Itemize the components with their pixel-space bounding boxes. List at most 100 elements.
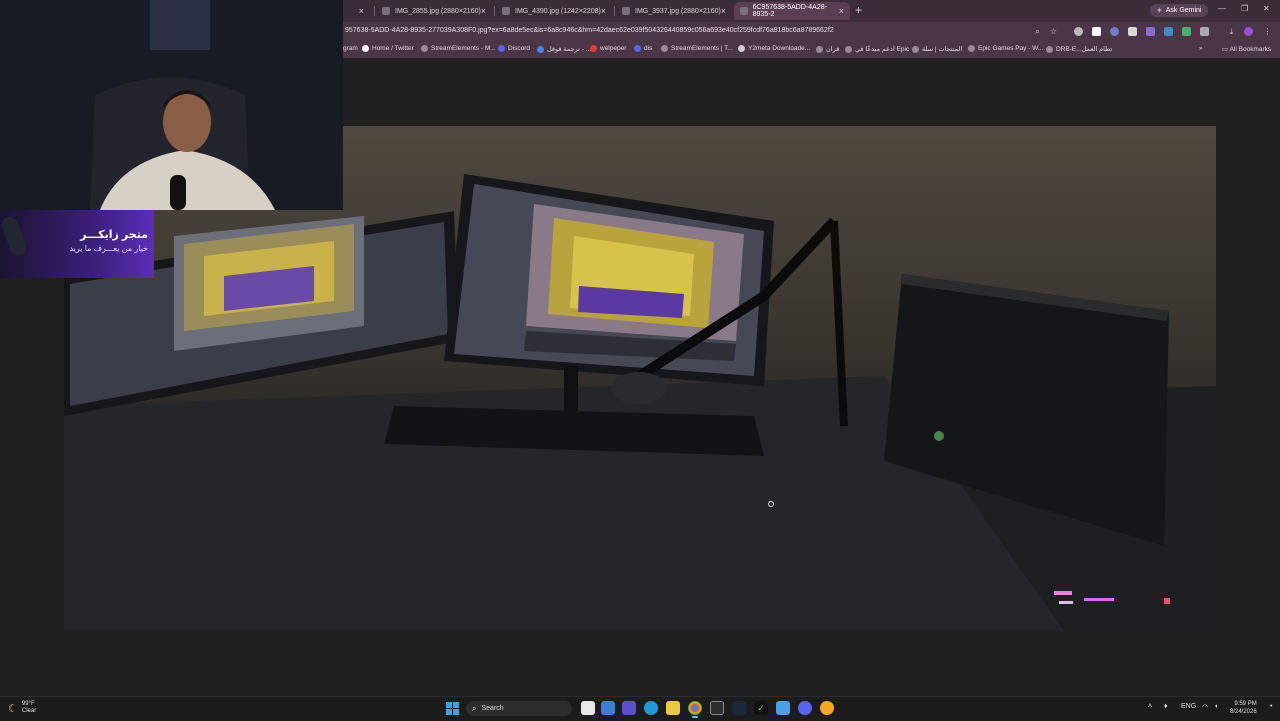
file-explorer-icon[interactable] <box>666 701 680 715</box>
extension-w-icon[interactable] <box>1092 27 1101 36</box>
bookmark-label: DRB-E...تطام العمل <box>1056 46 1113 53</box>
tab-title: 6C957638-5ADD-4A28-8935-2 <box>752 4 827 18</box>
gemini-sparkle-icon: ✦ <box>1156 6 1163 15</box>
tab-close-icon[interactable]: × <box>721 6 726 16</box>
bookmark-label: Home / Twitter <box>372 45 414 52</box>
tab-separator <box>494 6 495 16</box>
streamelements-icon <box>421 45 428 52</box>
bookmark-item[interactable]: dis <box>634 45 652 52</box>
app-badge-icon[interactable] <box>820 701 834 715</box>
bookmark-item[interactable]: ترجمة قوقل - ... <box>537 45 591 53</box>
google-translate-icon <box>537 45 544 53</box>
epic-icon <box>845 45 852 53</box>
browser-tab-active[interactable]: 6C957638-5ADD-4A28-8935-2 × <box>734 2 850 20</box>
volume-icon[interactable]: ◖ <box>1214 703 1218 710</box>
bookmark-item[interactable]: المنتجات | سلة <box>912 45 962 53</box>
bookmark-item[interactable]: Y2meta Downloade... <box>738 45 810 52</box>
moon-icon: ☾ <box>8 702 18 715</box>
discord-icon <box>498 45 505 52</box>
notification-bell-icon[interactable]: • <box>1270 703 1272 710</box>
language-indicator[interactable]: ENG <box>1181 703 1196 710</box>
image-favicon-icon <box>622 7 630 15</box>
bookmark-label: welpeper <box>600 45 627 52</box>
tab-close-icon[interactable]: × <box>839 6 844 16</box>
tray-chevron-up-icon[interactable]: ˄ <box>1148 703 1152 710</box>
tab-close-icon[interactable]: × <box>359 6 364 16</box>
restore-icon[interactable]: ❐ <box>1241 4 1248 13</box>
weather-widget[interactable]: ☾ 99°F Clear <box>8 701 36 715</box>
mouse-cursor <box>768 501 774 507</box>
wifi-icon[interactable]: ◠ <box>1202 703 1208 711</box>
browser-tab[interactable]: IMG_2855.jpg (2880×2160) × <box>376 2 492 20</box>
download-icon[interactable]: ⤓ <box>1226 26 1237 37</box>
puzzle-icon[interactable] <box>1200 27 1209 36</box>
steam-icon[interactable] <box>732 701 746 715</box>
tab-close-icon[interactable]: × <box>601 6 606 16</box>
system-clock[interactable]: 9:59 PM 8/24/2026 <box>1230 700 1257 716</box>
bookmark-label: ادعم مبدعًا في Epic <box>855 46 910 53</box>
edge-icon[interactable] <box>644 701 658 715</box>
extension-icon[interactable] <box>1110 27 1119 36</box>
terminal-icon[interactable] <box>710 701 724 715</box>
widgets-icon[interactable] <box>601 701 615 715</box>
taskbar-search-box[interactable]: ⌕ Search <box>466 701 572 716</box>
bookmark-label: Epic Games Pay - W... <box>978 45 1044 52</box>
bookmark-item[interactable]: Epic Games Pay - W... <box>968 45 1043 52</box>
bookmarks-overflow-icon[interactable]: » <box>1199 45 1203 52</box>
tab-separator <box>374 6 375 16</box>
bookmark-item[interactable]: StreamElements - M... <box>421 45 496 52</box>
bookmark-item[interactable]: Home / Twitter <box>362 45 414 52</box>
bookmark-item[interactable]: Discord <box>498 45 530 52</box>
bookmark-item[interactable]: gram <box>343 45 358 52</box>
browser-tab[interactable]: IMG_4390.jpg (1242×2208) × <box>496 2 612 20</box>
minimize-icon[interactable]: — <box>1218 4 1226 13</box>
bookmark-star-icon[interactable]: ☆ <box>1048 26 1059 37</box>
streamer-webcam-image <box>0 0 343 210</box>
promo-title: متجر زايكـــر <box>80 229 148 241</box>
extension-icon[interactable] <box>1164 27 1173 36</box>
bookmark-item[interactable]: welpeper <box>590 45 626 52</box>
bookmark-label: gram <box>343 45 358 52</box>
close-window-icon[interactable]: ✕ <box>1263 4 1270 13</box>
tray-app-icon[interactable]: ♦ <box>1164 703 1168 710</box>
bookmark-item[interactable]: قران <box>816 45 839 53</box>
bookmark-item[interactable]: ادعم مبدعًا في Epic <box>845 45 909 53</box>
app-icon[interactable] <box>776 701 790 715</box>
avatar[interactable] <box>1244 27 1253 36</box>
all-bookmarks-button[interactable]: ▭ All Bookmarks <box>1222 45 1271 53</box>
task-view-icon[interactable] <box>581 701 595 715</box>
windows-start-icon[interactable] <box>446 702 459 715</box>
windows-taskbar: ☾ 99°F Clear ⌕ Search ✓ ˄ ♦ ENG ◠ ◖ 9:59… <box>0 696 1280 721</box>
bookmark-label: Discord <box>508 45 531 52</box>
bookmark-item[interactable]: StreamElements | T... <box>661 45 733 52</box>
folder-icon: ▭ <box>1222 46 1229 53</box>
nvidia-icon[interactable]: ✓ <box>754 701 768 715</box>
image-favicon-icon <box>502 7 510 15</box>
bookmark-item[interactable]: DRB-E...تطام العمل <box>1046 45 1112 53</box>
shield-icon[interactable] <box>1128 27 1137 36</box>
discord-icon <box>634 45 641 52</box>
quran-icon <box>816 45 823 53</box>
extension-icon[interactable] <box>1146 27 1155 36</box>
kebab-menu-icon[interactable]: ⋮ <box>1262 26 1273 37</box>
new-tab-plus-icon[interactable]: + <box>855 3 862 17</box>
zoom-search-icon[interactable]: ⌕ <box>1032 26 1043 37</box>
bookmark-label: قران <box>826 46 840 53</box>
clock-time: 9:59 PM <box>1234 701 1257 707</box>
clock-date: 8/24/2026 <box>1230 709 1257 715</box>
address-bar[interactable]: 957638-5ADD-4A28-8935-277039A308F0.jpg?e… <box>345 27 834 34</box>
bookmark-label: StreamElements - M... <box>431 45 496 52</box>
teams-icon[interactable] <box>622 701 636 715</box>
bookmark-label: Y2meta Downloade... <box>748 45 811 52</box>
chrome-icon[interactable] <box>688 701 702 718</box>
bookmark-label: StreamElements | T... <box>671 45 733 52</box>
image-favicon-icon <box>740 7 748 15</box>
extension-icon[interactable] <box>1074 27 1083 36</box>
discord-icon[interactable] <box>798 701 812 715</box>
bookmark-label: المنتجات | سلة <box>922 46 963 53</box>
extension-icon[interactable] <box>1182 27 1191 36</box>
tab-close-icon[interactable]: × <box>481 6 486 16</box>
ask-gemini-button[interactable]: ✦ Ask Gemini <box>1150 4 1208 17</box>
globe-icon <box>1046 45 1053 53</box>
browser-tab[interactable]: IMG_3937.jpg (2880×2160) × <box>616 2 732 20</box>
